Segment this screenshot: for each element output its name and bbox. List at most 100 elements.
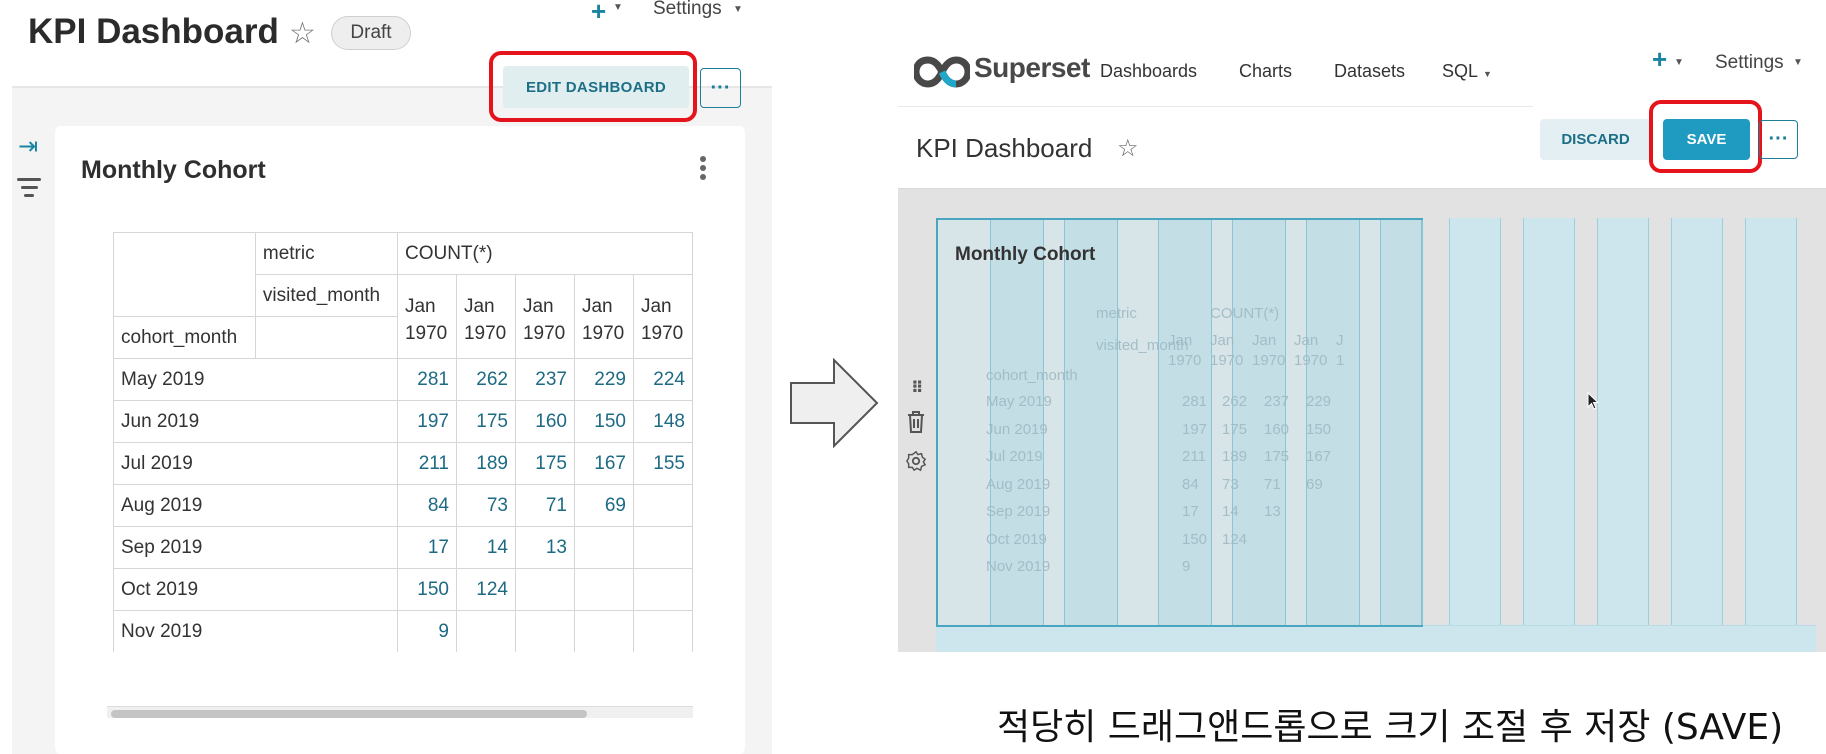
ghost-column-header: 1970	[1294, 352, 1328, 369]
table-header-cell[interactable]: cohort_month	[113, 316, 256, 359]
table-cell: 224	[632, 358, 693, 401]
ghost-table-cell: 17	[1182, 503, 1199, 520]
table-header-cell: metric	[254, 232, 398, 275]
table-cell: 211	[396, 442, 457, 485]
table-cell	[632, 568, 693, 611]
table-header-cell[interactable]: Jan 1970	[514, 274, 575, 359]
table-cell	[514, 610, 575, 652]
dashboard-title[interactable]: KPI Dashboard	[916, 133, 1092, 164]
after-screenshot: Superset Dashboards Charts Datasets SQL …	[898, 0, 1826, 754]
table-header-cell[interactable]: Jan 1970	[632, 274, 693, 359]
table-cell: 175	[455, 400, 516, 443]
ghost-table-cell: 9	[1182, 558, 1191, 575]
ghost-table-cell: 229	[1306, 393, 1332, 410]
row-label: Sep 2019	[113, 526, 398, 569]
kebab-menu-icon[interactable]	[697, 156, 709, 186]
highlight-box	[489, 51, 697, 122]
caret-down-icon[interactable]: ▼	[1793, 57, 1803, 68]
ghost-table-cell: 160	[1264, 420, 1290, 438]
caret-down-icon[interactable]: ▼	[613, 2, 623, 13]
table-header-cell[interactable]: Jan 1970	[396, 274, 457, 359]
row-label: Oct 2019	[113, 568, 398, 611]
table-cell: 167	[573, 442, 634, 485]
more-options-button[interactable]: ···	[1759, 120, 1798, 159]
table-cell: 69	[573, 484, 634, 527]
table-cell: 9	[396, 610, 457, 652]
table-row: Nov 2019 9	[113, 610, 693, 652]
ghost-column-header: Jan	[1294, 332, 1319, 349]
table-header-cell[interactable]: Jan 1970	[455, 274, 516, 359]
table-header-cell[interactable]: COUNT(*)	[396, 232, 693, 275]
gear-icon[interactable]	[905, 450, 927, 472]
table-cell: 148	[632, 400, 693, 443]
trash-icon[interactable]	[906, 410, 926, 434]
ghost-metric-value: COUNT(*)	[1210, 305, 1280, 322]
table-cell	[632, 526, 693, 569]
caret-down-icon[interactable]: ▼	[1483, 69, 1492, 79]
caret-down-icon[interactable]: ▼	[733, 4, 743, 15]
table-cell: 84	[396, 484, 457, 527]
table-cell: 189	[455, 442, 516, 485]
more-options-button[interactable]: ···	[700, 68, 741, 108]
drag-handle-icon[interactable]: ⠿	[911, 378, 923, 398]
nav-charts[interactable]: Charts	[1239, 61, 1292, 82]
superset-logo-icon[interactable]	[914, 54, 970, 90]
table-header-cell	[254, 316, 398, 359]
horizontal-scrollbar[interactable]	[107, 706, 693, 718]
table-cell: 237	[514, 358, 575, 401]
table-cell: 160	[514, 400, 575, 443]
grid-column-guide	[1523, 218, 1575, 652]
ghost-metric-label: metric	[1096, 305, 1137, 322]
table-cell	[632, 610, 693, 652]
ghost-row-label: Oct 2019	[986, 530, 1047, 548]
ghost-table-cell: 237	[1264, 393, 1290, 410]
ghost-table-cell: 167	[1306, 448, 1332, 465]
nav-datasets[interactable]: Datasets	[1334, 61, 1405, 82]
grid-column-guide	[1597, 218, 1649, 652]
ghost-table-cell: 73	[1222, 475, 1239, 493]
ghost-table-cell: 211	[1182, 448, 1206, 465]
caret-down-icon[interactable]: ▼	[1674, 57, 1684, 68]
superset-brand[interactable]: Superset	[974, 52, 1090, 84]
filter-icon[interactable]	[16, 178, 42, 200]
nav-sql[interactable]: SQL	[1442, 61, 1478, 82]
nav-dashboards[interactable]: Dashboards	[1100, 61, 1197, 82]
draft-badge[interactable]: Draft	[331, 16, 411, 50]
ghost-column-header: Jan	[1252, 332, 1277, 349]
ghost-row-label: Nov 2019	[986, 558, 1051, 575]
plus-icon[interactable]: +	[1652, 44, 1667, 75]
row-label: Jul 2019	[113, 442, 398, 485]
star-icon[interactable]: ☆	[289, 16, 316, 51]
table-corner-cell	[113, 232, 256, 317]
table-cell: 73	[455, 484, 516, 527]
highlight-box	[1649, 100, 1762, 173]
scrollbar-thumb[interactable]	[111, 710, 587, 718]
ghost-table-cell: 262	[1222, 393, 1248, 410]
plus-icon[interactable]: +	[591, 0, 606, 27]
table-cell	[632, 484, 693, 527]
grid-row-guide	[936, 625, 1816, 652]
ghost-row-label: Jun 2019	[986, 420, 1048, 438]
row-label: May 2019	[113, 358, 398, 401]
star-icon[interactable]: ☆	[1117, 134, 1139, 163]
table-cell: 281	[396, 358, 457, 401]
table-cell: 150	[573, 400, 634, 443]
ghost-table-cell: 197	[1182, 420, 1208, 438]
chart-card: Monthly Cohort metric COUNT(*) visited_m…	[55, 126, 745, 754]
settings-menu[interactable]: Settings	[1715, 52, 1784, 74]
header-divider	[898, 106, 1533, 107]
resizable-chart-card[interactable]: Monthly Cohort metric COUNT(*) visited_m…	[936, 218, 1423, 627]
pivot-table-container[interactable]: metric COUNT(*) visited_month Jan 1970 J…	[113, 232, 693, 652]
table-cell: 124	[455, 568, 516, 611]
ghost-table-cell: 175	[1264, 448, 1290, 465]
discard-button[interactable]: DISCARD	[1540, 119, 1651, 160]
table-cell	[573, 526, 634, 569]
table-header-cell[interactable]: Jan 1970	[573, 274, 634, 359]
table-cell: 150	[396, 568, 457, 611]
settings-menu[interactable]: Settings	[653, 0, 722, 20]
ghost-column-header: 1970	[1210, 352, 1244, 369]
table-cell: 13	[514, 526, 575, 569]
expand-filters-icon[interactable]: ⇥	[18, 132, 38, 161]
ghost-table-cell: 14	[1222, 503, 1239, 520]
instruction-caption: 적당히 드래그앤드롭으로 크기 조절 후 저장 (SAVE)	[997, 707, 1784, 748]
